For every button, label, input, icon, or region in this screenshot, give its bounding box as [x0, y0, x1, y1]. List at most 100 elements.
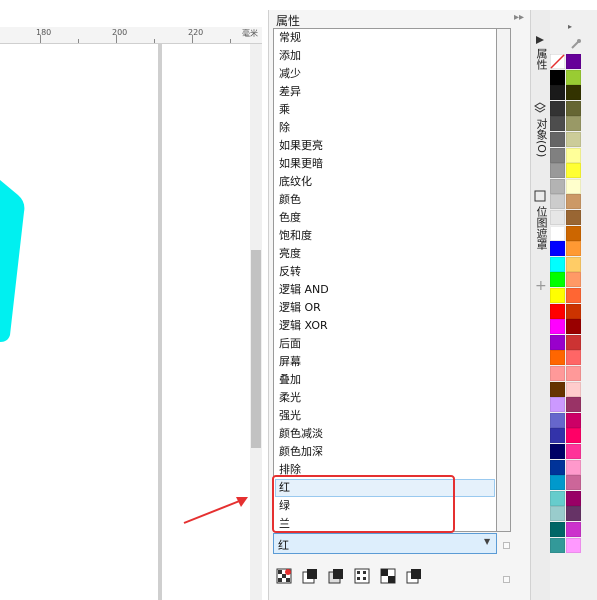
color-swatch[interactable] [550, 132, 565, 147]
mask-checker-icon[interactable] [276, 568, 292, 584]
list-item[interactable]: 叠加 [275, 371, 495, 389]
mask-grid-icon[interactable] [354, 568, 370, 584]
list-item[interactable]: 颜色减淡 [275, 425, 495, 443]
color-swatch[interactable] [566, 256, 581, 272]
color-swatch[interactable] [550, 459, 565, 475]
color-swatch[interactable] [550, 381, 565, 397]
list-item[interactable]: 亮度 [275, 245, 495, 263]
list-item[interactable]: 强光 [275, 407, 495, 425]
color-swatch[interactable] [566, 459, 581, 475]
color-swatch[interactable] [550, 334, 565, 350]
mask-layer-icon[interactable] [302, 568, 318, 584]
color-swatch[interactable] [566, 100, 581, 116]
color-swatch[interactable] [550, 350, 565, 366]
color-swatch[interactable] [566, 178, 581, 194]
double-arrow-right-icon[interactable]: ▸▸ [514, 12, 524, 23]
color-swatch[interactable] [566, 366, 581, 381]
color-swatch[interactable] [566, 537, 581, 553]
color-swatch[interactable] [566, 163, 581, 179]
dropdown-scrollbar[interactable] [497, 28, 511, 532]
color-swatch[interactable] [550, 194, 565, 210]
color-swatch[interactable] [550, 241, 565, 257]
color-swatch[interactable] [550, 428, 565, 444]
eyedropper-icon[interactable] [570, 38, 582, 50]
list-item[interactable]: 反转 [275, 263, 495, 281]
color-swatch[interactable] [566, 334, 581, 350]
color-swatch[interactable] [566, 132, 581, 147]
color-swatch[interactable] [550, 272, 565, 288]
mask-remove-icon[interactable] [406, 568, 422, 584]
chevron-down-icon[interactable]: ▼ [484, 537, 490, 546]
color-swatch[interactable] [566, 490, 581, 506]
color-swatch[interactable] [550, 537, 565, 553]
color-swatch[interactable] [550, 397, 565, 413]
color-swatch[interactable] [566, 54, 581, 69]
list-item[interactable]: 屏幕 [275, 353, 495, 371]
list-item[interactable]: 常规 [275, 29, 495, 47]
hidden-checkbox[interactable] [503, 542, 510, 549]
list-item[interactable]: 底纹化 [275, 173, 495, 191]
list-item[interactable]: 色度 [275, 209, 495, 227]
list-item[interactable]: 乘 [275, 101, 495, 119]
tab-objects[interactable]: 对象(O) [531, 118, 549, 157]
list-item[interactable]: 添加 [275, 47, 495, 65]
list-item[interactable]: 差异 [275, 83, 495, 101]
canvas-scroll-thumb[interactable] [251, 250, 261, 448]
color-swatch[interactable] [550, 412, 565, 428]
no-color-swatch[interactable] [550, 54, 565, 69]
list-item[interactable]: 颜色 [275, 191, 495, 209]
color-swatch[interactable] [550, 319, 565, 335]
color-swatch[interactable] [550, 288, 565, 303]
list-item[interactable]: 后面 [275, 335, 495, 353]
blend-mode-dropdown-list[interactable]: 常规 添加 减少 差异 乘 除 如果更亮 如果更暗 底纹化 颜色 色度 饱和度 … [273, 28, 497, 532]
palette-scroll-up-icon[interactable]: ▸ [568, 22, 572, 31]
color-swatch[interactable] [550, 303, 565, 319]
color-swatch[interactable] [550, 490, 565, 506]
color-swatch[interactable] [550, 475, 565, 491]
color-swatch[interactable] [566, 444, 581, 459]
color-swatch[interactable] [550, 147, 565, 163]
list-item[interactable]: 如果更亮 [275, 137, 495, 155]
color-swatch[interactable] [566, 272, 581, 288]
color-swatch[interactable] [566, 147, 581, 163]
color-swatch[interactable] [550, 522, 565, 537]
color-swatch[interactable] [566, 303, 581, 319]
color-swatch[interactable] [566, 194, 581, 210]
horizontal-ruler[interactable]: 180 200 220 毫米 [0, 27, 262, 44]
color-swatch[interactable] [550, 100, 565, 116]
tab-properties[interactable]: 属性 [531, 48, 549, 70]
color-swatch[interactable] [566, 288, 581, 303]
list-item[interactable]: 如果更暗 [275, 155, 495, 173]
color-swatch[interactable] [566, 241, 581, 257]
color-swatch[interactable] [550, 256, 565, 272]
list-item[interactable]: 逻辑 XOR [275, 317, 495, 335]
list-item[interactable]: 饱和度 [275, 227, 495, 245]
mask-layer-icon[interactable] [328, 568, 344, 584]
color-swatch[interactable] [550, 69, 565, 85]
tab-bitmap-mask[interactable]: 位图遮罩 [531, 206, 549, 250]
color-swatch[interactable] [550, 506, 565, 522]
color-swatch[interactable] [550, 163, 565, 179]
list-item[interactable]: 逻辑 AND [275, 281, 495, 299]
color-swatch[interactable] [566, 475, 581, 491]
list-item[interactable]: 颜色加深 [275, 443, 495, 461]
color-swatch[interactable] [566, 69, 581, 85]
list-item[interactable]: 除 [275, 119, 495, 137]
color-swatch[interactable] [566, 210, 581, 225]
color-swatch[interactable] [550, 178, 565, 194]
list-item[interactable]: 减少 [275, 65, 495, 83]
color-swatch[interactable] [566, 116, 581, 132]
cyan-pentagon-shape[interactable] [0, 170, 30, 345]
add-tab-icon[interactable]: + [535, 278, 547, 294]
list-item[interactable]: 柔光 [275, 389, 495, 407]
color-swatch[interactable] [550, 225, 565, 241]
mask-invert-icon[interactable] [380, 568, 396, 584]
channel-select[interactable] [273, 533, 497, 554]
color-swatch[interactable] [550, 366, 565, 381]
color-swatch[interactable] [566, 225, 581, 241]
color-swatch[interactable] [566, 397, 581, 413]
hidden-checkbox[interactable] [503, 576, 510, 583]
color-swatch[interactable] [566, 381, 581, 397]
color-swatch[interactable] [566, 319, 581, 335]
color-swatch[interactable] [550, 210, 565, 225]
